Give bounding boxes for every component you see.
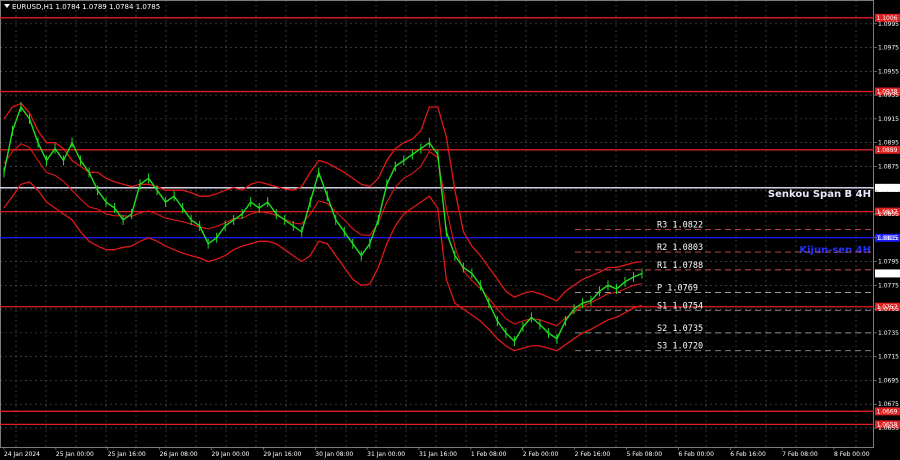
x-tick-label: 29 Jan 16:00 bbox=[263, 451, 301, 458]
pivot-label: S1 1.0754 bbox=[657, 301, 703, 311]
x-tick-label: 2 Feb 16:00 bbox=[575, 451, 611, 458]
x-tick-label: 30 Jan 08:00 bbox=[315, 451, 353, 458]
level-name-label: Kijun-sen 4H bbox=[799, 245, 871, 256]
y-tick-label: 1.0995 bbox=[878, 21, 899, 28]
chart-title-text: EURUSD,H1 1.0784 1.0789 1.0784 1.0785 bbox=[12, 3, 160, 11]
y-tick-label: 1.0815 bbox=[878, 235, 899, 242]
y-tick-label: 1.0755 bbox=[878, 306, 899, 313]
y-tick-label: 1.0975 bbox=[878, 45, 899, 52]
x-tick-label: 26 Jan 08:00 bbox=[160, 451, 198, 458]
x-tick-label: 1 Feb 08:00 bbox=[471, 451, 507, 458]
chart-title: EURUSD,H1 1.0784 1.0789 1.0784 1.0785 bbox=[4, 3, 160, 11]
y-tick-label: 1.0895 bbox=[878, 140, 899, 147]
pivot-label: R2 1.0803 bbox=[657, 243, 703, 253]
x-tick-label: 25 Jan 00:00 bbox=[56, 451, 94, 458]
x-tick-label: 25 Jan 16:00 bbox=[108, 451, 146, 458]
price-chart[interactable]: 1.10061.09381.08891.0857Senkou Span B 4H… bbox=[0, 0, 900, 460]
y-tick-label: 1.0955 bbox=[878, 68, 899, 75]
y-tick-label: 1.0795 bbox=[878, 259, 899, 266]
y-tick-label: 1.0715 bbox=[878, 354, 899, 361]
x-tick-label: 8 Feb 00:00 bbox=[834, 451, 870, 458]
level-name-label: Senkou Span B 4H bbox=[768, 189, 871, 200]
y-tick-label: 1.0855 bbox=[878, 187, 899, 194]
x-tick-label: 5 Feb 08:00 bbox=[627, 451, 663, 458]
level-price-label: 1.0669 bbox=[877, 409, 898, 416]
y-tick-label: 1.0775 bbox=[878, 282, 899, 289]
x-tick-label: 31 Jan 16:00 bbox=[419, 451, 457, 458]
chart-background bbox=[0, 0, 900, 460]
pivot-label: P 1.0769 bbox=[657, 283, 698, 293]
x-tick-label: 6 Feb 16:00 bbox=[730, 451, 766, 458]
y-tick-label: 1.0875 bbox=[878, 163, 899, 170]
y-tick-label: 1.0675 bbox=[878, 401, 899, 408]
x-tick-label: 2 Feb 00:00 bbox=[523, 451, 559, 458]
x-tick-label: 24 Jan 2024 bbox=[4, 451, 40, 458]
x-tick-label: 29 Jan 00:00 bbox=[212, 451, 250, 458]
pivot-label: R3 1.0822 bbox=[657, 220, 703, 230]
y-tick-label: 1.0695 bbox=[878, 377, 899, 384]
level-price-label: 1.0889 bbox=[877, 147, 898, 154]
pivot-label: S2 1.0735 bbox=[657, 324, 703, 334]
y-tick-label: 1.0935 bbox=[878, 92, 899, 99]
x-tick-label: 6 Feb 00:00 bbox=[678, 451, 714, 458]
last-price-label: 1.0785 bbox=[877, 271, 898, 278]
y-tick-label: 1.0655 bbox=[878, 425, 899, 432]
y-tick-label: 1.0915 bbox=[878, 116, 899, 123]
pivot-label: S3 1.0720 bbox=[657, 342, 703, 352]
pivot-label: R1 1.0788 bbox=[657, 261, 703, 271]
y-tick-label: 1.0735 bbox=[878, 330, 899, 337]
y-tick-label: 1.0835 bbox=[878, 211, 899, 218]
x-tick-label: 7 Feb 08:00 bbox=[782, 451, 818, 458]
x-tick-label: 31 Jan 00:00 bbox=[367, 451, 405, 458]
